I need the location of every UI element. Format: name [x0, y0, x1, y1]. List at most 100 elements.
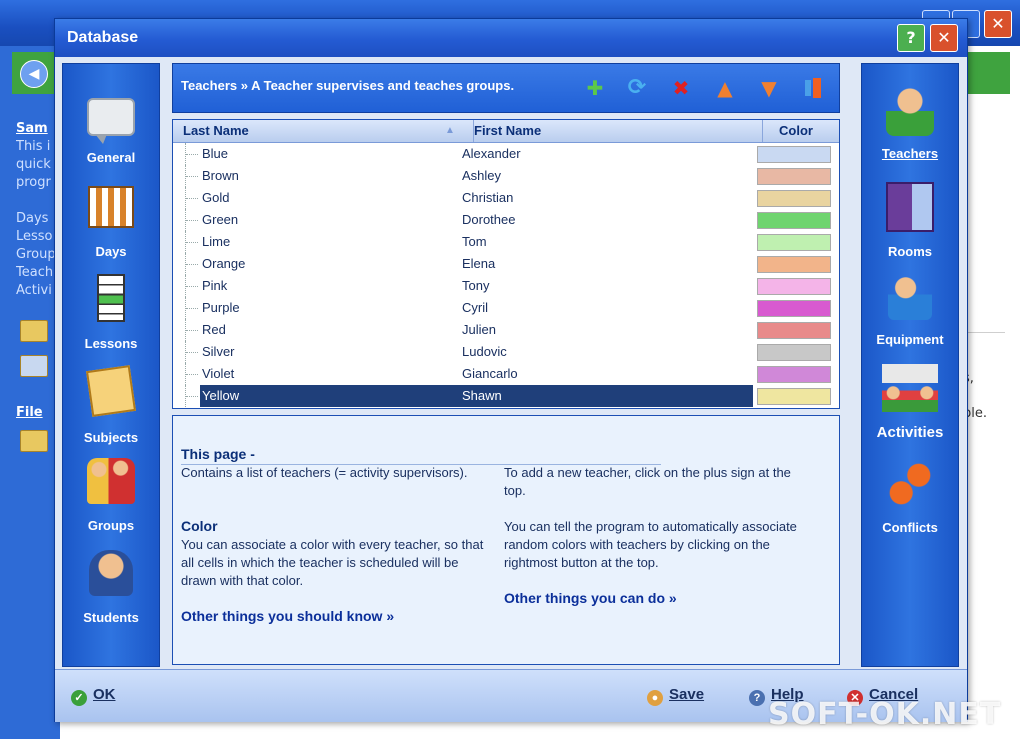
activities-icon [882, 364, 938, 412]
ok-label: OK [93, 686, 116, 703]
dialog-titlebar[interactable]: Database ? ✕ [55, 19, 967, 57]
save-button[interactable]: ● Save [647, 686, 704, 706]
nav-item-teachers[interactable]: Teachers [862, 86, 958, 161]
table-row[interactable]: Lime Tom [173, 231, 839, 253]
background-sidebar-line: quick [16, 157, 51, 172]
color-swatch[interactable] [757, 190, 831, 207]
color-swatch[interactable] [757, 300, 831, 317]
open-folder-icon[interactable] [20, 430, 48, 452]
question-icon[interactable]: ? [897, 24, 925, 52]
move-down-icon[interactable]: ▼ [757, 76, 781, 100]
table-row[interactable]: Purple Cyril [173, 297, 839, 319]
color-swatch[interactable] [757, 234, 831, 251]
nav-label: General [86, 150, 136, 165]
check-icon: ✓ [71, 690, 87, 706]
column-header-color[interactable]: Color [753, 120, 839, 142]
teacher-icon [886, 86, 934, 136]
cell-first-name: Elena [462, 256, 496, 271]
nav-item-general[interactable]: General [63, 92, 159, 165]
color-swatch[interactable] [757, 168, 831, 185]
tree-connector [185, 363, 200, 385]
nav-label: Equipment [876, 332, 944, 347]
color-swatch[interactable] [757, 344, 831, 361]
nav-item-conflicts[interactable]: Conflicts [862, 462, 958, 535]
cell-first-name: Ludovic [462, 344, 507, 359]
calendar-days-icon [88, 186, 134, 228]
background-file-label[interactable]: File [16, 404, 56, 422]
ok-button[interactable]: ✓ OK [71, 686, 116, 706]
column-label: Last Name [183, 123, 249, 138]
nav-label: Students [83, 610, 139, 625]
background-back-icon[interactable]: ◀ [20, 60, 48, 88]
color-swatch[interactable] [757, 366, 831, 383]
cell-first-name: Ashley [462, 168, 502, 183]
group-people-icon [87, 458, 135, 504]
cell-first-name: Tom [462, 234, 487, 249]
save-label: Save [669, 686, 705, 703]
color-swatch[interactable] [757, 322, 831, 339]
nav-label: Rooms [887, 244, 933, 259]
table-row[interactable]: Blue Alexander [173, 143, 839, 165]
random-colors-icon[interactable]: ⟳ [625, 76, 649, 100]
table-body: Blue Alexander Brown Ashley Gold Christian Gre… [173, 143, 839, 407]
add-icon[interactable]: ✚ [583, 76, 607, 100]
equipment-person-icon [888, 274, 932, 320]
table-row[interactable]: Violet Giancarlo [173, 363, 839, 385]
help-icon: ? [749, 690, 765, 706]
close-icon[interactable]: ✕ [930, 24, 958, 52]
tree-connector [185, 209, 200, 231]
table-row[interactable]: Pink Tony [173, 275, 839, 297]
cell-first-name: Dorothee [462, 212, 516, 227]
tree-connector [185, 187, 200, 209]
nav-item-subjects[interactable]: Subjects [63, 365, 159, 445]
link-other-things-do[interactable]: Other things you can do » [504, 590, 677, 606]
cell-first-name: Tony [462, 278, 490, 293]
color-swatch[interactable] [757, 146, 831, 163]
cell-last-name: Pink [202, 278, 228, 293]
nav-item-students[interactable]: Students [63, 550, 159, 625]
nav-item-activities[interactable]: Activities [862, 364, 958, 441]
nav-item-days[interactable]: Days [63, 186, 159, 259]
delete-icon[interactable]: ✖ [669, 76, 693, 100]
nav-label: Days [95, 244, 127, 259]
table-row[interactable]: Gold Christian [173, 187, 839, 209]
folder-icon[interactable] [20, 320, 48, 342]
room-door-icon [886, 182, 934, 232]
table-row[interactable]: Red Julien [173, 319, 839, 341]
cell-last-name: Yellow [202, 388, 240, 403]
table-row[interactable]: Yellow Shawn [173, 385, 839, 407]
nav-item-rooms[interactable]: Rooms [862, 182, 958, 259]
background-sidebar-list-item: Group [16, 247, 56, 262]
column-header-last-name[interactable]: Last Name ▲ [173, 120, 474, 142]
documents-icon[interactable] [20, 355, 48, 377]
nav-label: Conflicts [882, 520, 938, 535]
right-nav-panel: Teachers Rooms Equipment Activities Conf… [861, 63, 959, 667]
background-close-button[interactable]: ✕ [984, 10, 1012, 38]
left-nav-panel: General Days Lessons Subjects Groups Stu… [62, 63, 160, 667]
auto-color-icon[interactable] [801, 76, 825, 100]
nav-item-groups[interactable]: Groups [63, 458, 159, 533]
color-swatch[interactable] [757, 256, 831, 273]
nav-item-lessons[interactable]: Lessons [63, 274, 159, 351]
color-swatch[interactable] [757, 278, 831, 295]
move-up-icon[interactable]: ▲ [713, 76, 737, 100]
tree-connector [185, 165, 200, 187]
cell-first-name: Giancarlo [462, 366, 518, 381]
background-sidebar-heading[interactable]: Sam [16, 120, 56, 138]
table-row[interactable]: Orange Elena [173, 253, 839, 275]
tree-connector [185, 341, 200, 363]
table-row[interactable]: Silver Ludovic [173, 341, 839, 363]
database-dialog: Database ? ✕ General Days Lessons Subjec… [54, 18, 968, 722]
color-swatch[interactable] [757, 212, 831, 229]
table-row[interactable]: Brown Ashley [173, 165, 839, 187]
color-swatch[interactable] [757, 388, 831, 405]
column-header-first-name[interactable]: First Name [464, 120, 763, 142]
nav-item-equipment[interactable]: Equipment [862, 274, 958, 347]
info-add-hint: To add a new teacher, click on the plus … [504, 465, 791, 498]
table-row[interactable]: Green Dorothee [173, 209, 839, 231]
column-label: First Name [474, 123, 542, 138]
background-sidebar-line: This i [16, 139, 51, 154]
link-other-things-know[interactable]: Other things you should know » [181, 608, 394, 624]
conflicts-icon [888, 462, 932, 506]
info-color-heading: Color [181, 518, 218, 534]
